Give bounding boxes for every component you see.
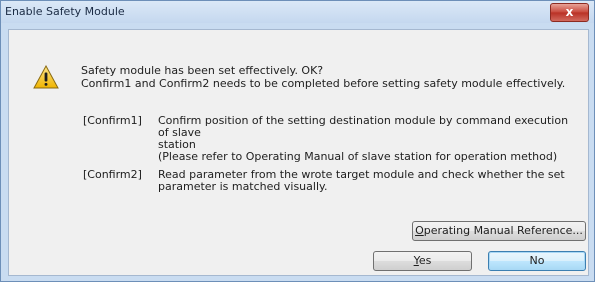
message-line-2: Confirm1 and Confirm2 needs to be comple… [81, 77, 566, 90]
dialog-body: Safety module has been set effectively. … [8, 29, 589, 276]
title-bar[interactable]: Enable Safety Module x [1, 1, 594, 23]
confirm1-text: Confirm position of the setting destinat… [158, 115, 578, 163]
operating-manual-reference-button[interactable]: Operating Manual Reference... [412, 221, 586, 241]
confirm1-line-3: (Please refer to Operating Manual of sla… [158, 150, 558, 163]
dialog-window: Enable Safety Module x Safety module has… [0, 0, 595, 282]
confirm1-line-1: Confirm position of the setting destinat… [158, 114, 569, 139]
confirm2-line-2: parameter is matched visually. [158, 180, 328, 193]
window-title: Enable Safety Module [5, 5, 125, 18]
message-line-1: Safety module has been set effectively. … [81, 64, 324, 77]
confirm1-label: [Confirm1] [83, 114, 142, 127]
close-button[interactable]: x [550, 3, 589, 22]
yes-button[interactable]: Yes [373, 251, 472, 271]
no-button[interactable]: No [488, 251, 586, 271]
close-icon: x [565, 5, 574, 19]
no-button-label: No [529, 254, 545, 267]
manual-button-label: perating Manual Reference... [423, 224, 583, 237]
yes-button-label: es [418, 254, 432, 267]
confirm2-label: [Confirm2] [83, 168, 142, 181]
confirm2-text: Read parameter from the wrote target mod… [158, 169, 578, 193]
warning-icon [33, 65, 59, 89]
manual-button-accesskey: O [415, 224, 424, 237]
